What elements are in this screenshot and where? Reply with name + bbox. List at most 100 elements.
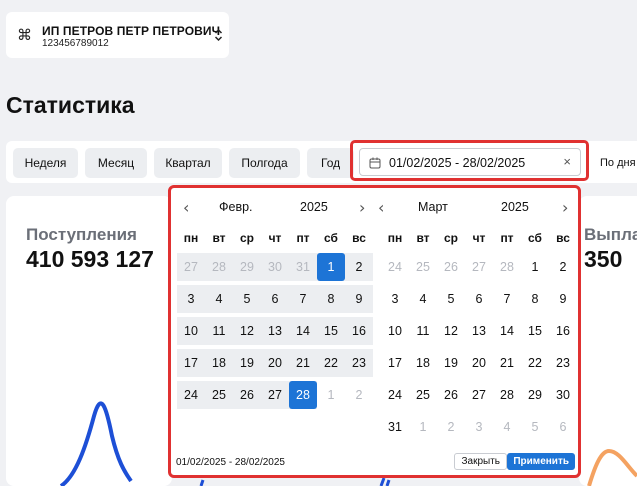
year-label[interactable]: 2025 <box>501 200 529 214</box>
calendar-day[interactable]: 6 <box>465 285 493 313</box>
calendar-day[interactable]: 15 <box>317 317 345 345</box>
calendar-day[interactable]: 5 <box>233 285 261 313</box>
calendar-day[interactable]: 1 <box>409 413 437 441</box>
calendar-week-row: 17 18 19 20 21 22 23 <box>381 349 577 377</box>
calendar-day[interactable]: 28 <box>493 381 521 409</box>
calendar-day[interactable]: 25 <box>409 381 437 409</box>
calendar-day[interactable]: 25 <box>409 253 437 281</box>
date-range-value: 01/02/2025 - 28/02/2025 <box>389 156 526 170</box>
calendar-day[interactable]: 9 <box>549 285 577 313</box>
calendar-day[interactable]: 13 <box>465 317 493 345</box>
clear-icon[interactable]: × <box>563 154 571 169</box>
calendar-day[interactable]: 8 <box>521 285 549 313</box>
calendar-day[interactable]: 7 <box>493 285 521 313</box>
calendar-day[interactable]: 1 <box>521 253 549 281</box>
calendar-day[interactable]: 5 <box>437 285 465 313</box>
calendar-day[interactable]: 29 <box>233 253 261 281</box>
calendar-day[interactable]: 7 <box>289 285 317 313</box>
calendar-day[interactable]: 11 <box>205 317 233 345</box>
calendar-day[interactable]: 19 <box>437 349 465 377</box>
calendar-day[interactable]: 28 <box>493 253 521 281</box>
calendar-day[interactable]: 10 <box>177 317 205 345</box>
month-name[interactable]: Февр. <box>219 200 253 214</box>
calendar-day[interactable]: 3 <box>381 285 409 313</box>
calendar-day[interactable]: 9 <box>345 285 373 313</box>
month-name[interactable]: Март <box>418 200 448 214</box>
calendar-day[interactable]: 26 <box>437 381 465 409</box>
calendar-day[interactable]: 31 <box>289 253 317 281</box>
calendar-day[interactable]: 24 <box>381 253 409 281</box>
group-by-select[interactable]: По дня <box>600 157 636 169</box>
period-quarter-button[interactable]: Квартал <box>154 148 222 178</box>
calendar-day[interactable]: 21 <box>289 349 317 377</box>
calendar-day[interactable]: 1 <box>317 253 345 281</box>
calendar-day[interactable]: 15 <box>521 317 549 345</box>
chevron-up-down-icon <box>214 28 223 47</box>
calendar-day[interactable]: 27 <box>177 253 205 281</box>
next-month-icon[interactable]: › <box>562 198 568 217</box>
calendar-day[interactable]: 17 <box>381 349 409 377</box>
calendar-day[interactable]: 22 <box>521 349 549 377</box>
calendar-day[interactable]: 22 <box>317 349 345 377</box>
calendar-day[interactable]: 16 <box>345 317 373 345</box>
calendar-day[interactable]: 6 <box>261 285 289 313</box>
calendar-day[interactable]: 6 <box>549 413 577 441</box>
calendar-day[interactable]: 12 <box>233 317 261 345</box>
calendar-day[interactable]: 29 <box>521 381 549 409</box>
calendar-day[interactable]: 3 <box>177 285 205 313</box>
organization-selector[interactable]: ⌘ ИП ПЕТРОВ ПЕТР ПЕТРОВИЧ 123456789012 <box>6 12 229 58</box>
calendar-day[interactable]: 18 <box>409 349 437 377</box>
calendar-day[interactable]: 19 <box>233 349 261 377</box>
calendar-day[interactable]: 18 <box>205 349 233 377</box>
calendar-day[interactable]: 20 <box>261 349 289 377</box>
calendar-day[interactable]: 5 <box>521 413 549 441</box>
calendar-day[interactable]: 10 <box>381 317 409 345</box>
calendar-day[interactable]: 31 <box>381 413 409 441</box>
calendar-day[interactable]: 4 <box>205 285 233 313</box>
calendar-day[interactable]: 30 <box>549 381 577 409</box>
period-month-button[interactable]: Месяц <box>85 148 147 178</box>
period-year-button[interactable]: Год <box>307 148 354 178</box>
calendar-day[interactable]: 24 <box>381 381 409 409</box>
year-label[interactable]: 2025 <box>300 200 328 214</box>
previous-month-icon[interactable]: ‹ <box>183 198 189 217</box>
date-range-input[interactable]: 01/02/2025 - 28/02/2025 × <box>359 148 581 176</box>
calendar-day[interactable]: 26 <box>233 381 261 409</box>
income-chart <box>59 401 133 486</box>
calendar-day[interactable]: 17 <box>177 349 205 377</box>
calendar-day[interactable]: 2 <box>549 253 577 281</box>
calendar-day[interactable]: 1 <box>317 381 345 409</box>
calendar-day[interactable]: 24 <box>177 381 205 409</box>
calendar-day[interactable]: 28 <box>205 253 233 281</box>
apply-button[interactable]: Применить <box>507 453 575 470</box>
calendar-day[interactable]: 3 <box>465 413 493 441</box>
next-month-icon[interactable]: › <box>359 198 365 217</box>
calendar-day[interactable]: 2 <box>345 381 373 409</box>
calendar-day[interactable]: 4 <box>493 413 521 441</box>
calendar-day[interactable]: 16 <box>549 317 577 345</box>
calendar-day[interactable]: 28 <box>289 381 317 409</box>
calendar-day[interactable]: 26 <box>437 253 465 281</box>
calendar-day[interactable]: 14 <box>289 317 317 345</box>
calendar-day[interactable]: 21 <box>493 349 521 377</box>
calendar-day[interactable]: 27 <box>465 381 493 409</box>
calendar-day[interactable]: 11 <box>409 317 437 345</box>
calendar-day[interactable]: 27 <box>261 381 289 409</box>
calendar-day[interactable]: 30 <box>261 253 289 281</box>
period-halfyear-button[interactable]: Полгода <box>229 148 300 178</box>
calendar-day[interactable]: 4 <box>409 285 437 313</box>
calendar-day[interactable]: 23 <box>549 349 577 377</box>
close-button[interactable]: Закрыть <box>454 453 507 470</box>
calendar-day[interactable]: 2 <box>437 413 465 441</box>
calendar-day[interactable]: 20 <box>465 349 493 377</box>
calendar-day[interactable]: 23 <box>345 349 373 377</box>
calendar-day[interactable]: 27 <box>465 253 493 281</box>
calendar-day[interactable]: 14 <box>493 317 521 345</box>
previous-month-icon[interactable]: ‹ <box>378 198 384 217</box>
period-week-button[interactable]: Неделя <box>13 148 78 178</box>
calendar-day[interactable]: 13 <box>261 317 289 345</box>
calendar-day[interactable]: 25 <box>205 381 233 409</box>
calendar-day[interactable]: 2 <box>345 253 373 281</box>
calendar-day[interactable]: 12 <box>437 317 465 345</box>
calendar-day[interactable]: 8 <box>317 285 345 313</box>
